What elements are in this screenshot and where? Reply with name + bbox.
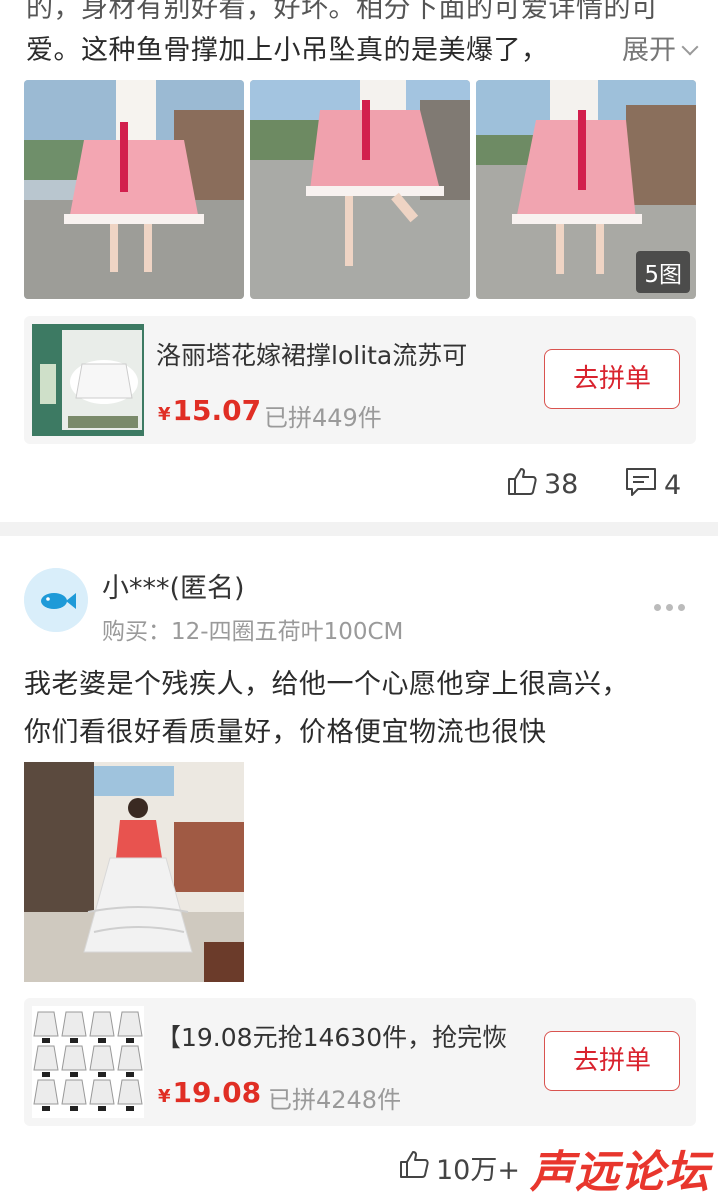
sold-count: 已拼449件 [264,404,382,432]
review-photo[interactable] [24,762,244,982]
review-text-cut: 的，身材有别好看，好坏。相分下面的可爱详情的可 [26,0,659,24]
review-photo-1[interactable] [24,80,244,299]
username: 小***(匿名) [102,573,245,604]
price-value: 19.08 [172,1076,262,1109]
fish-avatar-icon [24,568,88,632]
chevron-down-icon [681,38,699,56]
expand-button[interactable]: 展开 [582,28,699,67]
product-card[interactable]: 【19.08元抢14630件，抢完恢 ¥19.08 已拼4248件 去拼单 [24,998,696,1126]
product-title: 【19.08元抢14630件，抢完恢 [156,1023,508,1052]
avatar[interactable] [24,568,88,632]
group-buy-button[interactable]: 去拼单 [544,349,680,409]
comment-count: 4 [664,470,682,501]
product-thumbnail [32,1006,144,1118]
section-divider [0,522,718,536]
product-price: ¥19.08 [158,1076,261,1109]
expand-label: 展开 [622,35,676,66]
more-dots-icon[interactable] [654,596,694,611]
like-count: 10万+ [436,1155,520,1186]
review-photo-3[interactable]: 5图 [476,80,696,299]
purchase-spec: 购买：12-四圈五荷叶100CM [102,619,404,645]
product-price: ¥15.07 [158,394,261,427]
review-text-line: 爱。这种鱼骨撑加上小吊坠真的是美爆了， [26,35,549,66]
sold-count: 已拼4248件 [268,1086,402,1114]
comment-icon [624,466,658,505]
price-value: 15.07 [172,394,262,427]
like-button[interactable]: 38 [506,466,578,503]
product-thumbnail [32,324,144,436]
review-photo-2[interactable] [250,80,470,299]
product-title: 洛丽塔花嫁裙撑lolita流苏可 [156,341,468,370]
review-text-line: 你们看很好看质量好，价格便宜物流也很快 [24,717,547,748]
like-count: 38 [544,469,579,500]
image-count-badge: 5图 [636,251,690,293]
review-text-line: 我老婆是个残疾人，给他一个心愿他穿上很高兴， [24,669,629,700]
review-card-1: 的，身材有别好看，好坏。相分下面的可爱详情的可 爱。这种鱼骨撑加上小吊坠真的是美… [0,0,718,522]
thumbs-up-icon [506,466,538,503]
group-buy-button[interactable]: 去拼单 [544,1031,680,1091]
like-button[interactable]: 10万+ [398,1148,520,1187]
forum-watermark: 声远论坛 [530,1147,710,1198]
comment-button[interactable]: 4 [624,466,681,505]
currency-symbol: ¥ [158,1086,171,1107]
product-card[interactable]: 洛丽塔花嫁裙撑lolita流苏可 ¥15.07 已拼449件 去拼单 [24,316,696,444]
currency-symbol: ¥ [158,404,171,425]
thumbs-up-icon [398,1149,430,1186]
